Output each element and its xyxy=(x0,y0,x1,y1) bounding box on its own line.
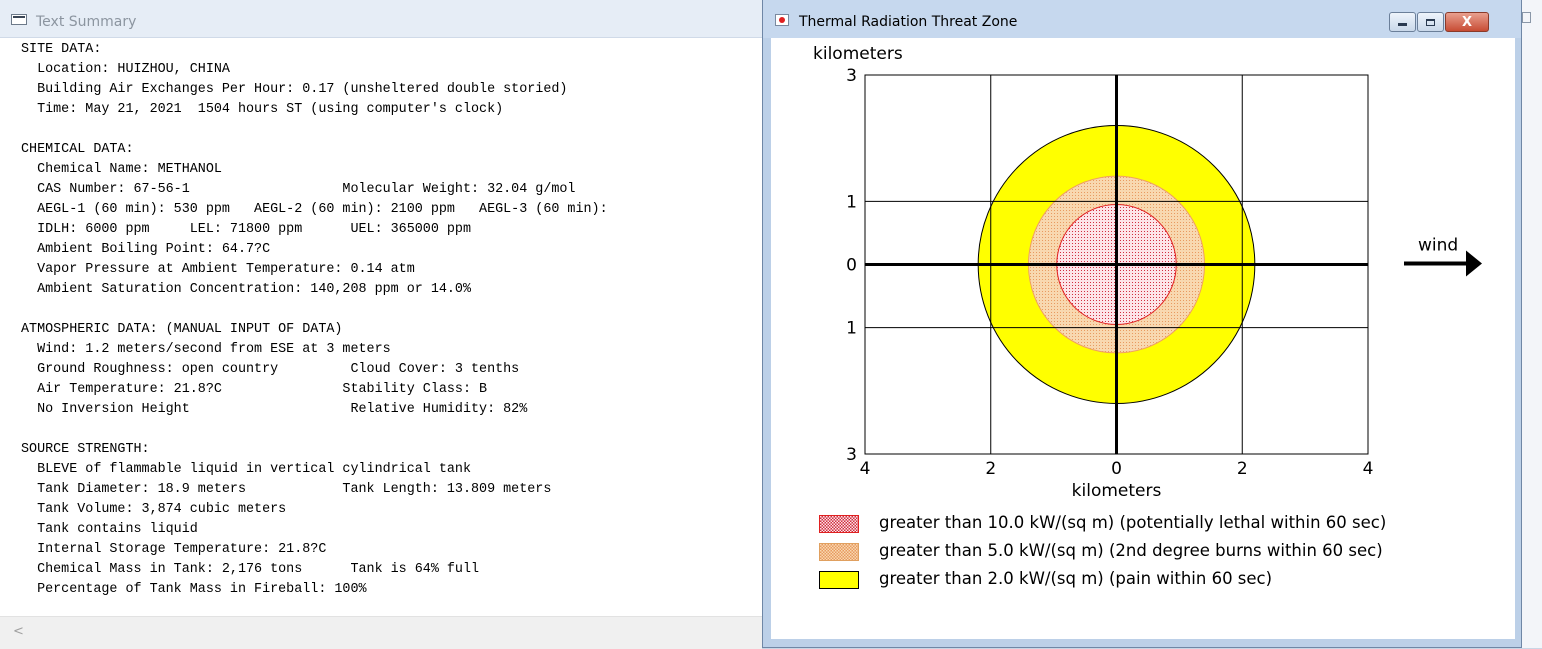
summary-line: Chemical Name: METHANOL xyxy=(37,162,222,177)
legend-swatch xyxy=(819,571,859,589)
horizontal-scrollbar[interactable]: < xyxy=(0,616,762,649)
threat-zone-title: Thermal Radiation Threat Zone xyxy=(799,14,1018,30)
legend-item: greater than 2.0 kW/(sq m) (pain within … xyxy=(819,569,1509,591)
text-summary-body[interactable]: SITE DATA: Location: HUIZHOU, CHINA Buil… xyxy=(0,38,762,616)
text-summary-app-icon xyxy=(11,14,27,25)
summary-line: Internal Storage Temperature: 21.8?C xyxy=(37,542,327,557)
maximize-icon xyxy=(1426,18,1435,26)
y-tick-label: 0 xyxy=(846,256,857,276)
x-axis-label: kilometers xyxy=(1072,481,1162,501)
threat-zone-client: 3 1 0 1 3 4 2 0 2 4 kilometers kilometers wind great… xyxy=(771,38,1515,639)
text-summary-titlebar[interactable]: Text Summary xyxy=(0,0,762,38)
summary-line: Time: May 21, 2021 1504 hours ST (using … xyxy=(37,102,504,117)
summary-line: Ground Roughness: open country Cloud Cov… xyxy=(37,362,520,377)
summary-line: Ambient Saturation Concentration: 140,20… xyxy=(37,282,471,297)
legend-item: greater than 5.0 kW/(sq m) (2nd degree b… xyxy=(819,541,1509,563)
summary-line: CHEMICAL DATA: xyxy=(21,142,134,157)
summary-text: SITE DATA: Location: HUIZHOU, CHINA Buil… xyxy=(0,38,762,600)
summary-line: Percentage of Tank Mass in Fireball: 100… xyxy=(37,582,367,597)
summary-line: Location: HUIZHOU, CHINA xyxy=(37,62,230,77)
legend-label: greater than 2.0 kW/(sq m) (pain within … xyxy=(879,569,1273,588)
summary-line: SOURCE STRENGTH: xyxy=(21,442,150,457)
text-summary-title: Text Summary xyxy=(36,14,137,30)
background-window-edge xyxy=(1522,0,1542,648)
y-tick-label: 1 xyxy=(846,192,857,212)
summary-line: ATMOSPHERIC DATA: (MANUAL INPUT OF DATA) xyxy=(21,322,343,337)
summary-line: Air Temperature: 21.8?C Stability Class:… xyxy=(37,382,488,397)
minimize-icon xyxy=(1398,23,1407,26)
x-tick-label: 2 xyxy=(985,459,996,479)
summary-line: Tank Diameter: 18.9 meters Tank Length: … xyxy=(37,482,552,497)
close-icon: X xyxy=(1461,14,1473,30)
summary-line: SITE DATA: xyxy=(21,42,102,57)
x-tick-label: 4 xyxy=(860,459,871,479)
legend-swatch xyxy=(819,515,859,533)
wind-label: wind xyxy=(1418,236,1458,256)
minimize-button[interactable] xyxy=(1389,12,1416,32)
summary-line: BLEVE of flammable liquid in vertical cy… xyxy=(37,462,471,477)
x-tick-label: 2 xyxy=(1237,459,1248,479)
threat-zone-app-icon xyxy=(775,14,789,26)
summary-line: Wind: 1.2 meters/second from ESE at 3 me… xyxy=(37,342,391,357)
summary-line: AEGL-1 (60 min): 530 ppm AEGL-2 (60 min)… xyxy=(37,202,608,217)
background-window-icon xyxy=(1522,12,1531,23)
y-axis-label: kilometers xyxy=(813,44,903,64)
x-tick-label: 4 xyxy=(1363,459,1374,479)
threat-zone-window: Thermal Radiation Threat Zone X 31013420… xyxy=(762,0,1522,648)
scroll-left-arrow[interactable]: < xyxy=(13,624,24,639)
summary-line: Chemical Mass in Tank: 2,176 tons Tank i… xyxy=(37,562,480,577)
wind-arrow-icon xyxy=(1466,250,1482,277)
summary-line: Tank contains liquid xyxy=(37,522,198,537)
threat-zone-titlebar[interactable]: Thermal Radiation Threat Zone X xyxy=(763,0,1521,38)
y-tick-label: 1 xyxy=(846,319,857,339)
legend-label: greater than 5.0 kW/(sq m) (2nd degree b… xyxy=(879,541,1383,560)
maximize-button[interactable] xyxy=(1417,12,1444,32)
y-tick-label: 3 xyxy=(846,66,857,86)
text-summary-window: Text Summary SITE DATA: Location: HUIZHO… xyxy=(0,0,763,649)
summary-line: CAS Number: 67-56-1 Molecular Weight: 32… xyxy=(37,182,576,197)
summary-line: No Inversion Height Relative Humidity: 8… xyxy=(37,402,528,417)
summary-line: Building Air Exchanges Per Hour: 0.17 (u… xyxy=(37,82,568,97)
summary-line: Tank Volume: 3,874 cubic meters xyxy=(37,502,287,517)
legend-swatch xyxy=(819,543,859,561)
summary-line: Ambient Boiling Point: 64.7?C xyxy=(37,242,271,257)
x-tick-label: 0 xyxy=(1111,459,1122,479)
close-button[interactable]: X xyxy=(1445,12,1489,32)
legend-label: greater than 10.0 kW/(sq m) (potentially… xyxy=(879,513,1387,532)
summary-line: IDLH: 6000 ppm LEL: 71800 ppm UEL: 36500… xyxy=(37,222,471,237)
threat-zone-plot: 310134 2 0 2 4kilometerskilometerswind xyxy=(813,44,1482,501)
legend-item: greater than 10.0 kW/(sq m) (potentially… xyxy=(819,513,1509,535)
y-tick-label: 3 xyxy=(846,445,857,465)
summary-line: Vapor Pressure at Ambient Temperature: 0… xyxy=(37,262,415,277)
